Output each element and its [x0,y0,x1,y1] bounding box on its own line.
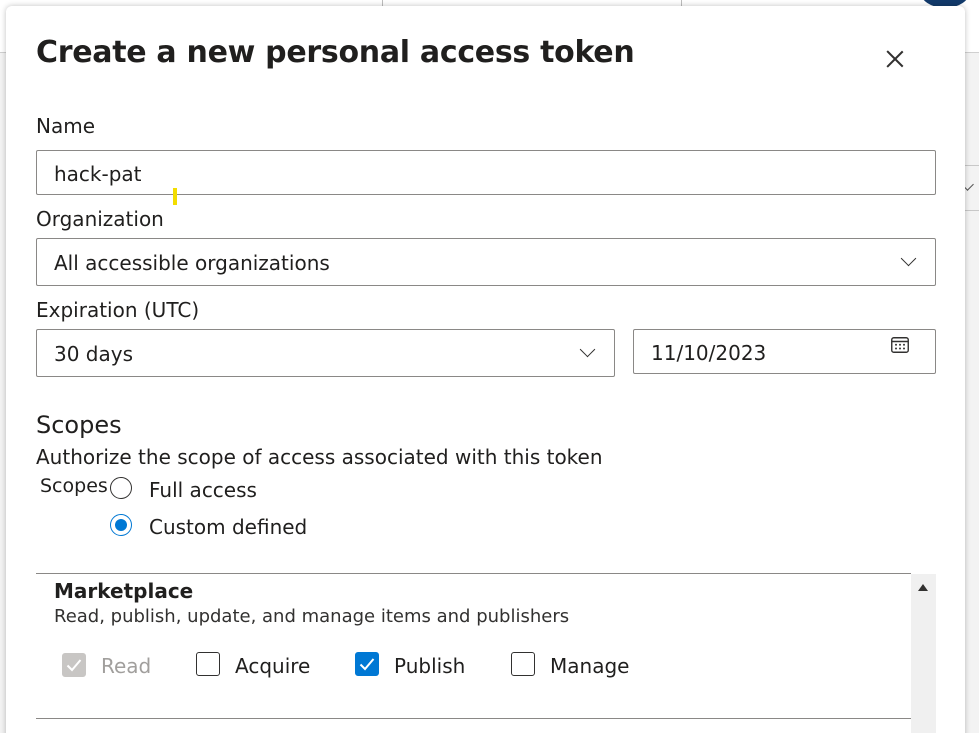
publish-label[interactable]: Publish [394,654,465,678]
organization-dropdown[interactable]: All accessible organizations [36,238,936,286]
acquire-label[interactable]: Acquire [235,654,310,678]
expiration-dropdown-value: 30 days [54,342,134,366]
name-input[interactable]: hack-pat [36,150,936,195]
scope-list-scrollbar[interactable] [911,574,936,733]
read-checkbox [62,653,86,677]
organization-label: Organization [36,207,164,231]
chevron-down-icon [900,250,917,267]
acquire-checkbox[interactable] [196,652,220,676]
expiration-label: Expiration (UTC) [36,298,200,322]
text-cursor [173,188,177,205]
dialog-title: Create a new personal access token [36,35,635,70]
calendar-icon[interactable] [891,337,909,353]
custom-defined-label[interactable]: Custom defined [149,515,307,539]
manage-checkbox[interactable] [511,652,535,676]
checkmark-icon [66,659,82,672]
scopes-heading: Scopes [36,411,122,439]
expiration-date-value: 11/10/2023 [651,341,767,365]
marketplace-scope-title: Marketplace [54,579,194,603]
publish-checkbox[interactable] [355,652,379,676]
name-input-value: hack-pat [54,162,142,186]
manage-label[interactable]: Manage [550,654,629,678]
custom-defined-radio[interactable] [110,514,132,536]
scopes-radio-group-label: Scopes [40,475,108,497]
read-label: Read [101,654,152,678]
name-label: Name [36,114,96,138]
scroll-up-arrow-icon[interactable] [918,584,928,591]
background-divider [965,165,979,166]
full-access-label[interactable]: Full access [149,478,257,502]
close-icon[interactable] [882,46,908,72]
scopes-description: Authorize the scope of access associated… [36,445,603,469]
full-access-radio[interactable] [110,477,132,499]
chevron-down-icon [579,341,596,358]
organization-dropdown-value: All accessible organizations [54,251,330,275]
marketplace-scope-description: Read, publish, update, and manage items … [54,606,570,627]
expiration-dropdown[interactable]: 30 days [36,329,615,377]
background-divider [965,210,979,211]
checkmark-icon [359,658,375,671]
